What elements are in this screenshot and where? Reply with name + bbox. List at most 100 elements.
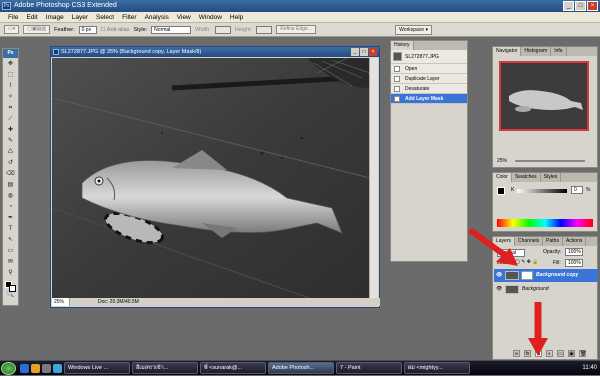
menu-analysis[interactable]: Analysis bbox=[141, 12, 173, 23]
history-brush-source-icon[interactable] bbox=[394, 66, 400, 72]
visibility-eye-icon[interactable]: 👁 bbox=[496, 286, 502, 292]
menu-edit[interactable]: Edit bbox=[22, 12, 41, 23]
tab-styles[interactable]: Styles bbox=[541, 173, 562, 182]
style-select[interactable]: Normal bbox=[151, 25, 192, 34]
history-brush-icon[interactable]: ↺ bbox=[3, 158, 18, 168]
maximize-button[interactable]: □ bbox=[575, 1, 586, 11]
taskbar-item[interactable]: อีเมลขาเข้า... bbox=[132, 362, 198, 374]
tab-histogram[interactable]: Histogram bbox=[521, 47, 552, 56]
history-brush-source-icon[interactable] bbox=[394, 86, 400, 92]
zoom-field[interactable]: 25% bbox=[52, 298, 70, 306]
feather-input[interactable]: 0 px bbox=[78, 25, 97, 34]
selection-mode-icons[interactable]: ▢▣▤▥ bbox=[23, 25, 51, 34]
ie-icon[interactable] bbox=[20, 363, 29, 373]
crop-tool-icon[interactable]: ⌗ bbox=[3, 103, 18, 113]
eyedropper-icon[interactable]: ⚲ bbox=[3, 268, 18, 278]
taskbar-item[interactable]: 7 - Paint bbox=[336, 362, 402, 374]
tab-paths[interactable]: Paths bbox=[543, 237, 563, 246]
color-unit: % bbox=[586, 187, 591, 193]
dodge-tool-icon[interactable]: ◔ bbox=[3, 202, 18, 212]
height-input[interactable] bbox=[256, 25, 273, 34]
shape-tool-icon[interactable]: ▭ bbox=[3, 246, 18, 256]
color-slider[interactable] bbox=[517, 189, 567, 193]
marquee-preset-icon[interactable]: ▭▾ bbox=[4, 25, 20, 34]
menu-file[interactable]: File bbox=[4, 12, 22, 23]
opacity-input[interactable]: 100% bbox=[565, 248, 583, 256]
tab-actions[interactable]: Actions bbox=[563, 237, 587, 246]
navigator-zoom[interactable]: 25% bbox=[497, 158, 507, 164]
gradient-tool-icon[interactable]: ▤ bbox=[3, 180, 18, 190]
taskbar-item[interactable]: Adobe Photosh... bbox=[268, 362, 334, 374]
history-item[interactable]: Desaturate bbox=[391, 84, 467, 94]
blur-tool-icon[interactable]: ◍ bbox=[3, 191, 18, 201]
new-group-icon[interactable]: ▭ bbox=[557, 350, 564, 357]
taskbar-item[interactable]: พี่ <sunarak@... bbox=[200, 362, 266, 374]
taskbar-clock[interactable]: 11:40 bbox=[582, 361, 597, 376]
history-item[interactable]: Duplicate Layer bbox=[391, 74, 467, 84]
tab-navigator[interactable]: Navigator bbox=[493, 47, 522, 56]
menu-layer[interactable]: Layer bbox=[68, 12, 92, 23]
document-scrollbar[interactable] bbox=[369, 58, 378, 299]
menu-help[interactable]: Help bbox=[226, 12, 247, 23]
tab-swatches[interactable]: Swatches bbox=[512, 173, 541, 182]
layer-row[interactable]: 👁 Background bbox=[494, 283, 598, 296]
link-layers-icon[interactable]: ∞ bbox=[513, 350, 520, 357]
navigator-preview[interactable] bbox=[499, 61, 589, 131]
history-item[interactable]: Open bbox=[391, 64, 467, 74]
healing-brush-icon[interactable]: ✚ bbox=[3, 125, 18, 135]
color-tabs: Color Swatches Styles bbox=[493, 173, 597, 182]
notes-tool-icon[interactable]: ✉ bbox=[3, 257, 18, 267]
trash-icon[interactable]: 🗑 bbox=[579, 350, 586, 357]
menu-image[interactable]: Image bbox=[42, 12, 68, 23]
history-snapshot[interactable]: SL272877.JPG bbox=[391, 50, 467, 64]
background-color-swatch[interactable] bbox=[9, 285, 16, 292]
history-brush-source-icon[interactable] bbox=[394, 96, 400, 102]
doc-size-info[interactable]: Doc: 20.3M/40.5M bbox=[70, 298, 139, 306]
doc-minimize-button[interactable]: _ bbox=[351, 48, 359, 56]
tab-info[interactable]: Info bbox=[551, 47, 567, 56]
brush-tool-icon[interactable]: ✎ bbox=[3, 136, 18, 146]
navigator-zoom-slider[interactable] bbox=[515, 160, 585, 162]
menu-view[interactable]: View bbox=[173, 12, 195, 23]
close-button[interactable]: × bbox=[587, 1, 598, 11]
minimize-button[interactable]: _ bbox=[563, 1, 574, 11]
menu-window[interactable]: Window bbox=[195, 12, 226, 23]
refine-edge-button[interactable]: Refine Edge... bbox=[276, 25, 316, 34]
lasso-tool-icon[interactable]: ⌇ bbox=[3, 81, 18, 91]
tab-color[interactable]: Color bbox=[493, 173, 512, 182]
taskbar-item[interactable]: Windows Live ... bbox=[64, 362, 130, 374]
messenger-icon[interactable] bbox=[53, 363, 62, 373]
menu-filter[interactable]: Filter bbox=[118, 12, 140, 23]
taskbar-item[interactable]: ผม <mightyy... bbox=[404, 362, 470, 374]
image-canvas[interactable] bbox=[52, 58, 370, 299]
firefox-icon[interactable] bbox=[31, 363, 40, 373]
type-tool-icon[interactable]: T bbox=[3, 224, 18, 234]
color-value-input[interactable]: 0 bbox=[571, 186, 583, 194]
menu-select[interactable]: Select bbox=[92, 12, 118, 23]
magic-wand-icon[interactable]: ✧ bbox=[3, 92, 18, 102]
document-title: SL272877.JPG @ 25% (Background copy, Lay… bbox=[61, 49, 202, 55]
fill-input[interactable]: 100% bbox=[565, 259, 583, 267]
doc-close-button[interactable]: × bbox=[369, 48, 377, 56]
start-button[interactable] bbox=[1, 361, 16, 375]
pen-tool-icon[interactable]: ✒ bbox=[3, 213, 18, 223]
workspace-button[interactable]: Workspace ▾ bbox=[395, 25, 432, 35]
layer-thumbnail[interactable] bbox=[505, 285, 519, 294]
history-brush-source-icon[interactable] bbox=[394, 76, 400, 82]
toolbox: Ps ✥⬚⌇✧⌗⟋✚✎♺↺⌫▤◍◔✒T↖▭✉⚲✋🔍 bbox=[2, 48, 19, 306]
document-titlebar[interactable]: SL272877.JPG @ 25% (Background copy, Lay… bbox=[51, 47, 379, 57]
tab-history[interactable]: History bbox=[391, 41, 414, 50]
clone-stamp-icon[interactable]: ♺ bbox=[3, 147, 18, 157]
history-item[interactable]: Add Layer Mask bbox=[391, 94, 467, 104]
new-layer-icon[interactable]: ▣ bbox=[568, 350, 575, 357]
antialias-checkbox[interactable]: ☐ Anti-alias bbox=[101, 27, 130, 33]
width-input[interactable] bbox=[214, 25, 231, 34]
desktop-icon[interactable] bbox=[42, 363, 51, 373]
move-tool-icon[interactable]: ✥ bbox=[3, 59, 18, 69]
marquee-tool-icon[interactable]: ⬚ bbox=[3, 70, 18, 80]
slice-tool-icon[interactable]: ⟋ bbox=[3, 114, 18, 124]
path-select-icon[interactable]: ↖ bbox=[3, 235, 18, 245]
eraser-tool-icon[interactable]: ⌫ bbox=[3, 169, 18, 179]
color-fg-swatch[interactable] bbox=[497, 187, 505, 195]
doc-maximize-button[interactable]: □ bbox=[360, 48, 368, 56]
